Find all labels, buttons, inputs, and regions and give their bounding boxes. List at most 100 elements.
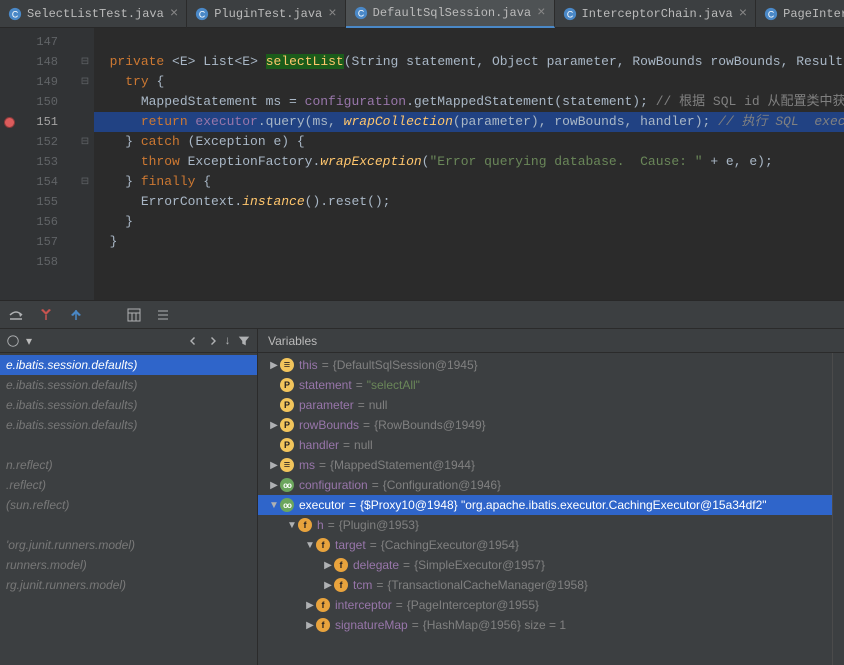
java-class-icon: C bbox=[563, 7, 577, 21]
variables-tree[interactable]: ▶≡this = {DefaultSqlSession@1945}▶Pstate… bbox=[258, 353, 844, 665]
variable-row[interactable]: ▶Phandler = null bbox=[258, 435, 844, 455]
expand-arrow-icon[interactable]: ▶ bbox=[268, 360, 280, 371]
stack-frame[interactable]: e.ibatis.session.defaults) bbox=[0, 355, 257, 375]
step-into-icon[interactable] bbox=[38, 307, 54, 323]
variable-name: interceptor bbox=[335, 598, 392, 612]
tab-label: SelectListTest.java bbox=[27, 7, 164, 21]
expand-arrow-icon[interactable]: ▶ bbox=[322, 580, 334, 591]
expand-arrow-icon[interactable]: ▼ bbox=[286, 520, 298, 531]
settings-icon[interactable] bbox=[156, 307, 172, 323]
stack-frame[interactable]: n.reflect) bbox=[0, 455, 257, 475]
stack-frame[interactable]: .reflect) bbox=[0, 475, 257, 495]
variable-row[interactable]: ▶ooconfiguration = {Configuration@1946} bbox=[258, 475, 844, 495]
debug-panel: ▾ ↓ e.ibatis.session.defaults) e.ibatis.… bbox=[0, 300, 844, 665]
line-gutter: 147 148 149 150 151 152 153 154 155 156 … bbox=[18, 28, 76, 300]
stack-frame[interactable] bbox=[0, 435, 257, 455]
fold-collapse-icon[interactable]: ⊟ bbox=[76, 172, 94, 192]
expand-arrow-icon[interactable]: ▶ bbox=[268, 420, 280, 431]
variable-name: ms bbox=[299, 458, 315, 472]
code-editor[interactable]: 147 148 149 150 151 152 153 154 155 156 … bbox=[0, 28, 844, 300]
fold-collapse-icon[interactable]: ⊟ bbox=[76, 52, 94, 72]
frames-panel: ▾ ↓ e.ibatis.session.defaults) e.ibatis.… bbox=[0, 329, 258, 665]
line-number: 149 bbox=[18, 72, 76, 92]
scrollbar[interactable] bbox=[832, 353, 844, 665]
variable-kind-icon: f bbox=[298, 518, 312, 532]
variable-row[interactable]: ▶Pstatement = "selectAll" bbox=[258, 375, 844, 395]
tab-defaultsqlsession[interactable]: C DefaultSqlSession.java × bbox=[346, 0, 555, 28]
expand-arrow-icon[interactable]: ▶ bbox=[268, 460, 280, 471]
variable-row[interactable]: ▼ftarget = {CachingExecutor@1954} bbox=[258, 535, 844, 555]
variable-name: configuration bbox=[299, 478, 368, 492]
variable-value: {SimpleExecutor@1957} bbox=[414, 558, 545, 572]
stack-frame[interactable] bbox=[0, 515, 257, 535]
variable-kind-icon: oo bbox=[280, 498, 294, 512]
line-number: 150 bbox=[18, 92, 76, 112]
calculator-icon[interactable] bbox=[126, 307, 142, 323]
variable-row[interactable]: ▶finterceptor = {PageInterceptor@1955} bbox=[258, 595, 844, 615]
expand-arrow-icon[interactable]: ▼ bbox=[268, 500, 280, 511]
close-icon[interactable]: × bbox=[739, 6, 747, 22]
fold-collapse-icon[interactable]: ⊟ bbox=[76, 72, 94, 92]
filter-icon[interactable] bbox=[237, 334, 251, 348]
variable-value: {PageInterceptor@1955} bbox=[407, 598, 539, 612]
variable-row[interactable]: ▶fsignatureMap = {HashMap@1956} size = 1 bbox=[258, 615, 844, 635]
variable-kind-icon: ≡ bbox=[280, 458, 294, 472]
stack-frame[interactable]: (sun.reflect) bbox=[0, 495, 257, 515]
variable-name: delegate bbox=[353, 558, 399, 572]
thread-icon bbox=[6, 334, 20, 348]
expand-arrow-icon[interactable]: ▶ bbox=[268, 480, 280, 491]
close-icon[interactable]: × bbox=[328, 6, 336, 22]
stack-frame[interactable]: runners.model) bbox=[0, 555, 257, 575]
step-out-icon[interactable] bbox=[68, 307, 84, 323]
line-number: 152 bbox=[18, 132, 76, 152]
arrow-down-icon[interactable]: ↓ bbox=[224, 334, 231, 348]
variable-name: this bbox=[299, 358, 318, 372]
variable-value: "selectAll" bbox=[367, 378, 420, 392]
frames-header: ▾ ↓ bbox=[0, 329, 257, 353]
tab-plugintest[interactable]: C PluginTest.java × bbox=[187, 0, 345, 28]
step-over-icon[interactable] bbox=[8, 307, 24, 323]
stack-frame[interactable]: e.ibatis.session.defaults) bbox=[0, 415, 257, 435]
code-area[interactable]: private <E> List<E> selectList(String st… bbox=[94, 28, 844, 300]
frames-list[interactable]: e.ibatis.session.defaults) e.ibatis.sess… bbox=[0, 353, 257, 665]
variable-kind-icon: oo bbox=[280, 478, 294, 492]
close-icon[interactable]: × bbox=[537, 5, 545, 21]
stack-frame[interactable]: e.ibatis.session.defaults) bbox=[0, 375, 257, 395]
expand-arrow-icon[interactable]: ▶ bbox=[322, 560, 334, 571]
variable-value: {HashMap@1956} size = 1 bbox=[423, 618, 566, 632]
next-frame-icon[interactable] bbox=[206, 335, 218, 347]
thread-selector[interactable]: ▾ bbox=[26, 334, 182, 348]
fold-collapse-icon[interactable]: ⊟ bbox=[76, 132, 94, 152]
stack-frame[interactable]: e.ibatis.session.defaults) bbox=[0, 395, 257, 415]
variable-value: {DefaultSqlSession@1945} bbox=[333, 358, 478, 372]
tab-pageinterceptor[interactable]: C PageInterceptor.java × bbox=[756, 0, 844, 28]
stack-frame[interactable]: rg.junit.runners.model) bbox=[0, 575, 257, 595]
prev-frame-icon[interactable] bbox=[188, 335, 200, 347]
tab-interceptorchain[interactable]: C InterceptorChain.java × bbox=[555, 0, 757, 28]
line-number: 156 bbox=[18, 212, 76, 232]
expand-arrow-icon[interactable]: ▶ bbox=[304, 600, 316, 611]
variable-kind-icon: f bbox=[316, 618, 330, 632]
variable-name: signatureMap bbox=[335, 618, 408, 632]
variable-kind-icon: P bbox=[280, 398, 294, 412]
expand-arrow-icon[interactable]: ▼ bbox=[304, 540, 316, 551]
variable-row[interactable]: ▶Pparameter = null bbox=[258, 395, 844, 415]
debug-body: ▾ ↓ e.ibatis.session.defaults) e.ibatis.… bbox=[0, 329, 844, 665]
variable-value: {MappedStatement@1944} bbox=[330, 458, 475, 472]
breakpoint-icon[interactable] bbox=[4, 117, 15, 128]
variable-row[interactable]: ▶≡ms = {MappedStatement@1944} bbox=[258, 455, 844, 475]
java-class-icon: C bbox=[764, 7, 778, 21]
editor-tab-bar: C SelectListTest.java × C PluginTest.jav… bbox=[0, 0, 844, 28]
variable-row[interactable]: ▶fdelegate = {SimpleExecutor@1957} bbox=[258, 555, 844, 575]
variable-row[interactable]: ▶≡this = {DefaultSqlSession@1945} bbox=[258, 355, 844, 375]
close-icon[interactable]: × bbox=[170, 6, 178, 22]
variable-row[interactable]: ▶ProwBounds = {RowBounds@1949} bbox=[258, 415, 844, 435]
expand-arrow-icon[interactable]: ▶ bbox=[304, 620, 316, 631]
tab-selectlisttest[interactable]: C SelectListTest.java × bbox=[0, 0, 187, 28]
variable-row[interactable]: ▶ftcm = {TransactionalCacheManager@1958} bbox=[258, 575, 844, 595]
stack-frame[interactable]: 'org.junit.runners.model) bbox=[0, 535, 257, 555]
variable-row[interactable]: ▼fh = {Plugin@1953} bbox=[258, 515, 844, 535]
variable-row[interactable]: ▼ooexecutor = {$Proxy10@1948} "org.apach… bbox=[258, 495, 844, 515]
tab-label: PageInterceptor.java bbox=[783, 7, 844, 21]
svg-text:C: C bbox=[768, 10, 774, 20]
